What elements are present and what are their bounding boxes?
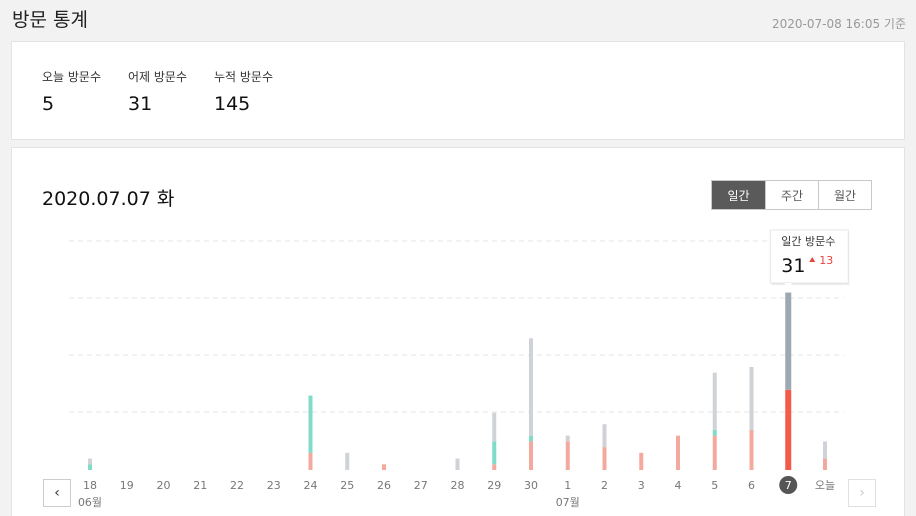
tooltip-delta: 13 xyxy=(819,254,833,267)
x-tick-label: 23 xyxy=(267,479,281,492)
stat-today: 오늘 방문수 5 xyxy=(42,68,101,115)
bar-segment-gray xyxy=(823,441,827,459)
bar-segment-teal xyxy=(88,464,92,470)
x-tick-label: 2 xyxy=(601,479,608,492)
bar-segment-red xyxy=(785,389,792,470)
stat-total: 누적 방문수 145 xyxy=(214,68,273,115)
bar-segment-red xyxy=(749,429,754,470)
x-tick-label: 1 xyxy=(564,479,571,492)
x-tick-label: 28 xyxy=(451,479,465,492)
x-tick-label: 오늘 xyxy=(815,479,835,492)
x-tick-label: 29 xyxy=(487,479,501,492)
stat-yesterday: 어제 방문수 31 xyxy=(128,68,187,115)
x-tick-label: 6 xyxy=(748,479,755,492)
x-tick-label: 24 xyxy=(304,479,318,492)
bar-segment-red xyxy=(382,464,386,470)
x-month-label: 07월 xyxy=(556,496,580,509)
bar-segment-gray xyxy=(565,435,570,442)
stat-value-yesterday: 31 xyxy=(128,93,153,115)
bar-segment-teal xyxy=(712,429,717,436)
x-tick-label: 26 xyxy=(377,479,391,492)
stat-label-yesterday: 어제 방문수 xyxy=(128,70,188,84)
prev-button[interactable]: ‹ xyxy=(43,479,71,507)
x-tick-label: 27 xyxy=(414,479,428,492)
bar-segment-red xyxy=(823,458,827,470)
bar-segment-gray xyxy=(492,412,497,442)
bar-segment-gray xyxy=(455,458,460,470)
tooltip-value: 31 xyxy=(781,255,805,277)
bar-segment-teal xyxy=(308,395,313,453)
page-title: 방문 통계 xyxy=(12,9,88,31)
x-tick-label: 22 xyxy=(230,479,244,492)
bar-segment-teal xyxy=(492,441,497,465)
chevron-right-icon: › xyxy=(859,485,865,501)
x-month-label: 06월 xyxy=(78,496,102,509)
bar-segment-red xyxy=(602,447,607,470)
summary-card: 오늘 방문수 5 어제 방문수 31 누적 방문수 145 xyxy=(11,41,905,140)
bar-segment-gray xyxy=(712,372,717,430)
bar-segment-red xyxy=(712,435,717,470)
bar-segment-gray xyxy=(602,424,607,448)
x-tick-label: 25 xyxy=(340,479,354,492)
tooltip-title: 일간 방문수 xyxy=(781,234,835,248)
tooltip-pointer xyxy=(784,283,793,289)
bar-segment-gray xyxy=(88,458,92,465)
tooltip: 일간 방문수 31 13 xyxy=(769,229,850,289)
bar-segment-red xyxy=(308,452,313,470)
bar-segment-red xyxy=(565,441,570,470)
next-button[interactable]: › xyxy=(848,479,876,507)
visits-bar-chart: 18 19 20 21 22 23 24 25 26 27 28 29 30 1 2 3 4 5 6 7 오늘06월 07… xyxy=(69,229,850,509)
x-tick-label: 3 xyxy=(638,479,645,492)
x-tick-label: 18 xyxy=(83,479,97,492)
x-tick-label: 21 xyxy=(193,479,207,492)
stat-value-total: 145 xyxy=(214,93,251,115)
stat-label-today: 오늘 방문수 xyxy=(42,70,102,84)
bar-segment-red xyxy=(639,452,644,470)
bar-segment-red xyxy=(529,441,533,470)
stat-label-total: 누적 방문수 xyxy=(214,70,274,84)
x-tick-label: 4 xyxy=(675,479,682,492)
bar-segment-gray xyxy=(785,292,792,390)
page-timestamp: 2020-07-08 16:05 기준 xyxy=(771,17,906,31)
x-tick-label: 19 xyxy=(120,479,134,492)
x-tick-label: 20 xyxy=(157,479,171,492)
x-tick-label: 30 xyxy=(524,479,538,492)
bar-segment-gray xyxy=(749,366,754,430)
x-tick-label: 5 xyxy=(711,479,718,492)
x-tick-label: 7 xyxy=(785,479,792,492)
stat-value-today: 5 xyxy=(42,93,55,115)
bar-segment-red xyxy=(492,464,497,470)
bar-segment-red xyxy=(676,435,680,470)
bar-segment-teal xyxy=(529,435,533,442)
chevron-left-icon: ‹ xyxy=(54,485,60,501)
bar-segment-gray xyxy=(529,338,533,436)
chart-card: 2020.07.07 화 일간 주간 월간 18 19 20 21 22 23 24 25 26… xyxy=(11,147,905,516)
bar-segment-gray xyxy=(345,452,350,470)
